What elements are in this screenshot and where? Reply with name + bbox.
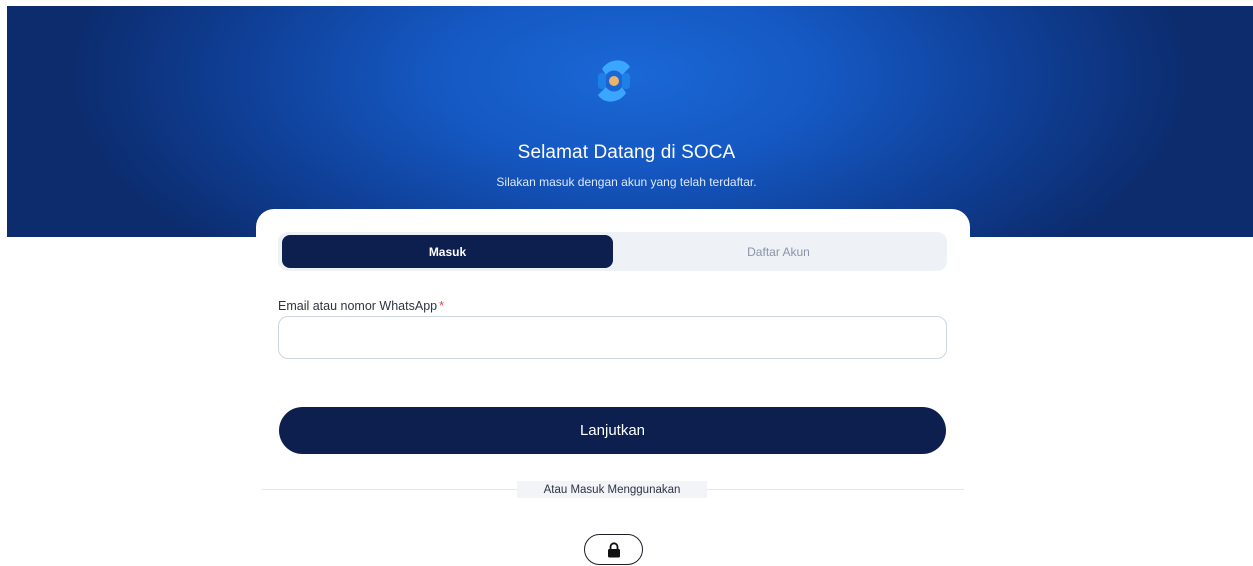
- lock-icon: [607, 541, 620, 557]
- required-mark: *: [439, 299, 444, 313]
- continue-button[interactable]: Lanjutkan: [279, 407, 946, 454]
- tab-masuk[interactable]: Masuk: [282, 235, 613, 268]
- sso-login-button[interactable]: [584, 534, 643, 565]
- email-field-label: Email atau nomor WhatsApp *: [278, 299, 444, 313]
- hero-banner: [7, 6, 1253, 237]
- tab-daftar-akun[interactable]: Daftar Akun: [613, 235, 944, 268]
- auth-tabs: Masuk Daftar Akun: [278, 232, 947, 271]
- page-title: Selamat Datang di SOCA: [517, 142, 736, 163]
- email-label-text: Email atau nomor WhatsApp: [278, 299, 438, 313]
- login-page: Selamat Datang di SOCA Silakan masuk den…: [0, 0, 1253, 566]
- soca-logo-icon: [598, 60, 630, 102]
- page-subtitle: Silakan masuk dengan akun yang telah ter…: [496, 175, 757, 189]
- alt-login-label: Atau Masuk Menggunakan: [517, 481, 707, 498]
- email-field[interactable]: [278, 316, 947, 359]
